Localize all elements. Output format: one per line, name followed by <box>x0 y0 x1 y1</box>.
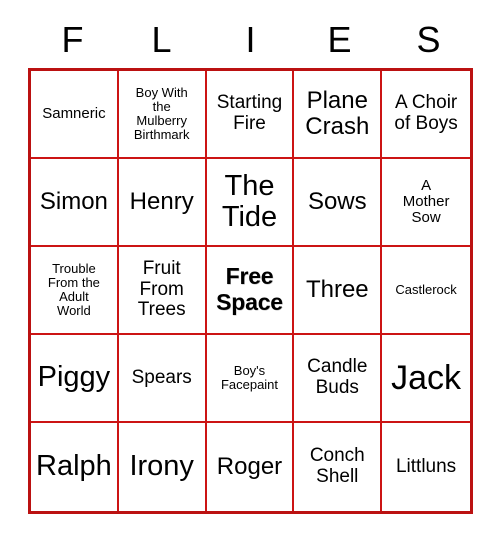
bingo-cell-label: Trouble From the Adult World <box>47 260 100 319</box>
bingo-cell[interactable]: Three <box>294 247 383 335</box>
bingo-cell[interactable]: Jack <box>382 335 470 423</box>
bingo-cell-label: Candle Buds <box>307 356 368 398</box>
header-letter-4: E <box>327 19 352 60</box>
bingo-cell-label: Roger <box>216 453 283 481</box>
bingo-cell-label: Boy With the Mulberry Birthmark <box>133 84 190 143</box>
bingo-cell-label: Plane Crash <box>305 87 370 140</box>
bingo-cell[interactable]: Piggy <box>31 335 119 423</box>
bingo-cell[interactable]: Fruit From Trees <box>118 247 207 335</box>
bingo-cell[interactable]: Trouble From the Adult World <box>31 247 119 335</box>
bingo-cell[interactable]: A Mother Sow <box>382 159 470 247</box>
bingo-cell-label: Spears <box>131 366 192 388</box>
bingo-cell-label: The Tide <box>221 169 278 233</box>
bingo-cell[interactable]: Boy's Facepaint <box>206 335 295 423</box>
bingo-cell[interactable]: Starting Fire <box>206 71 295 159</box>
bingo-cell[interactable]: Sows <box>294 159 383 247</box>
bingo-cell[interactable]: Samneric <box>31 71 119 159</box>
bingo-cell-label: Jack <box>391 358 462 397</box>
bingo-cell[interactable]: Irony <box>118 423 207 511</box>
bingo-header-letters: F L I E S <box>28 16 473 64</box>
bingo-cell[interactable]: Plane Crash <box>294 71 383 159</box>
bingo-cell-label: A Choir of Boys <box>394 92 458 134</box>
bingo-cell[interactable]: Roger <box>206 423 295 511</box>
header-letter-2: L <box>151 19 172 60</box>
bingo-cell[interactable]: Ralph <box>31 423 119 511</box>
bingo-cell-label: Sows <box>307 188 367 216</box>
header-letter-3: I <box>245 19 256 60</box>
bingo-cell[interactable]: A Choir of Boys <box>382 71 470 159</box>
bingo-cell-label: Simon <box>39 188 108 216</box>
bingo-cell-label: Castlerock <box>395 281 457 297</box>
header-letter-1: F <box>61 19 84 60</box>
bingo-cell-label: Piggy <box>37 361 111 394</box>
bingo-cell-label: Fruit From Trees <box>137 258 186 321</box>
bingo-cell-label: Three <box>305 276 369 304</box>
bingo-cell-label: Conch Shell <box>309 445 365 487</box>
bingo-cell-label: A Mother Sow <box>402 176 450 227</box>
bingo-cell-label: Littluns <box>395 455 457 477</box>
bingo-cell[interactable]: The Tide <box>206 159 295 247</box>
header-letter-5: S <box>416 19 441 60</box>
bingo-cell-label: Boy's Facepaint <box>220 362 279 392</box>
bingo-cell[interactable]: Conch Shell <box>294 423 383 511</box>
bingo-cell-label: Free Space <box>216 263 283 315</box>
bingo-cell[interactable]: Simon <box>31 159 119 247</box>
bingo-cell-label: Henry <box>129 188 194 216</box>
bingo-cell-label: Starting Fire <box>216 92 283 134</box>
bingo-cell-label: Ralph <box>36 450 112 483</box>
bingo-card: F L I E S Samneric Boy With the Mulberry … <box>0 0 501 544</box>
bingo-cell[interactable]: Boy With the Mulberry Birthmark <box>118 71 207 159</box>
bingo-cell[interactable]: Littluns <box>382 423 470 511</box>
bingo-cell[interactable]: Spears <box>118 335 207 423</box>
bingo-cell-free-space[interactable]: Free Space <box>206 247 295 335</box>
bingo-cell-label: Samneric <box>42 104 106 122</box>
bingo-cell-label: Irony <box>129 450 194 483</box>
bingo-grid: Samneric Boy With the Mulberry Birthmark S… <box>28 68 473 514</box>
bingo-cell[interactable]: Candle Buds <box>294 335 383 423</box>
bingo-cell[interactable]: Henry <box>118 159 207 247</box>
bingo-cell[interactable]: Castlerock <box>382 247 470 335</box>
